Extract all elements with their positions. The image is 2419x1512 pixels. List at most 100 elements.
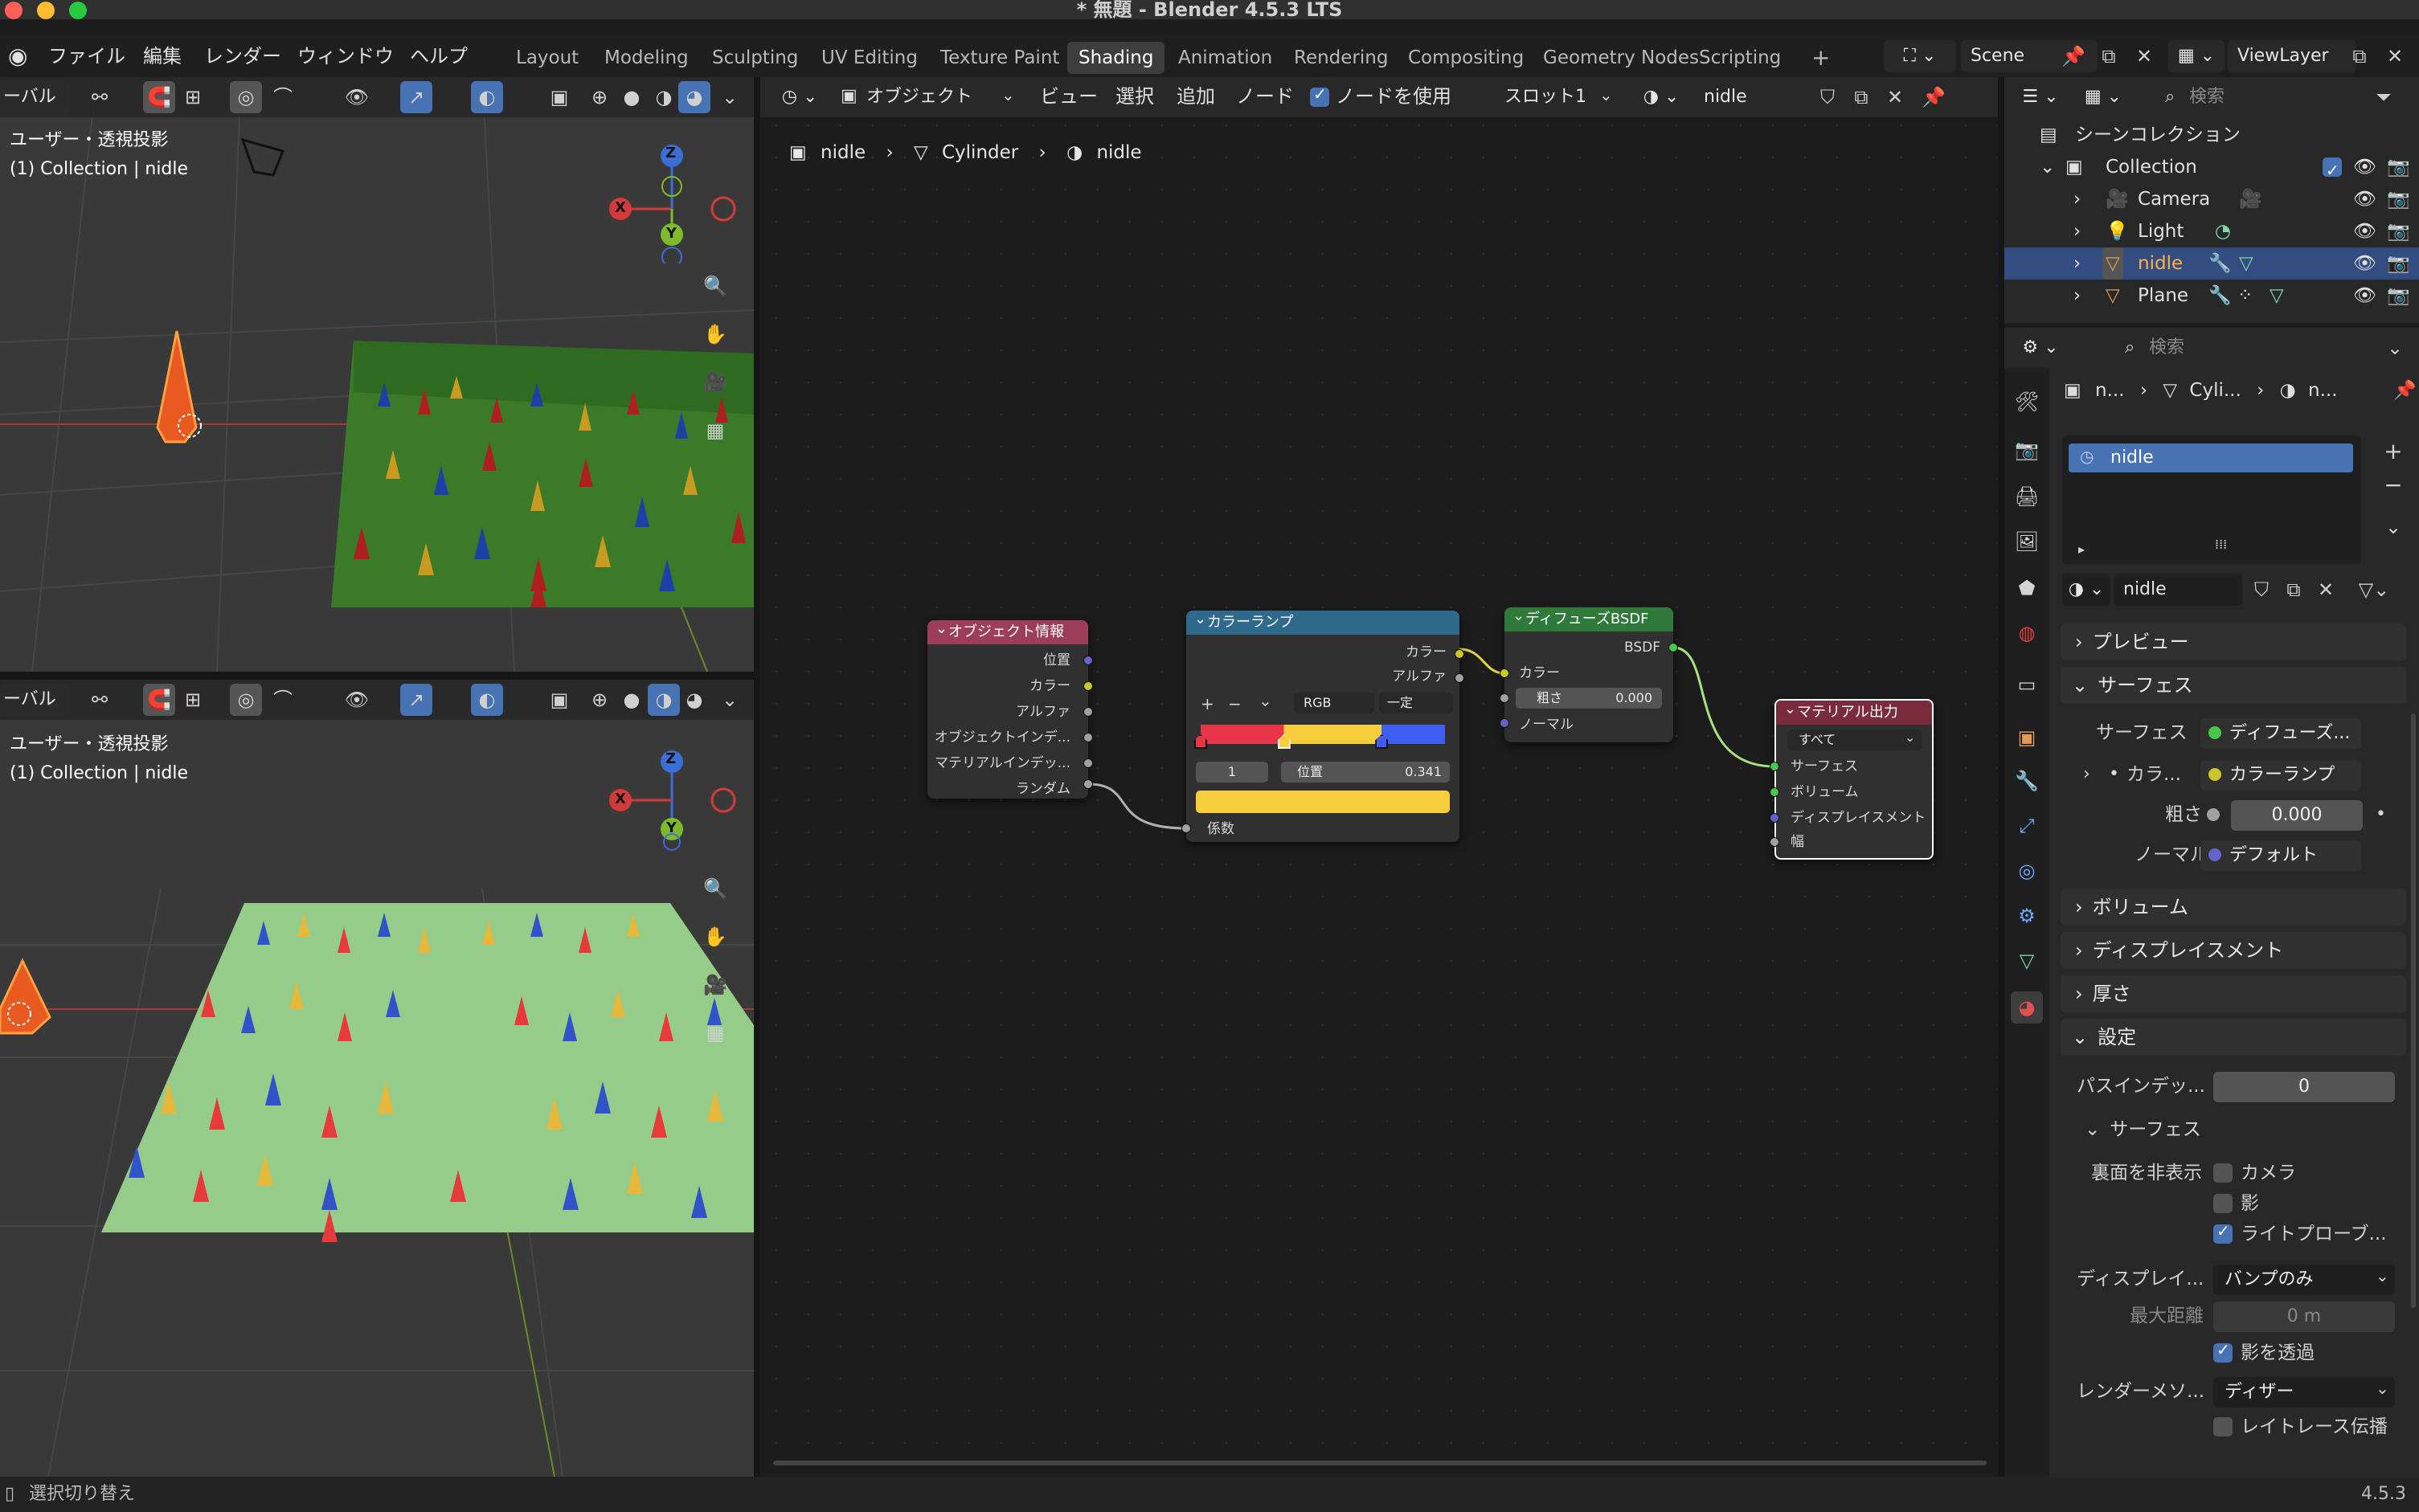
socket-output-surface-in[interactable] bbox=[1770, 762, 1779, 771]
material-slot-list[interactable]: nidle ◷ ▸ ⁞⁞⁞ bbox=[2062, 435, 2361, 564]
socket-diffuse-color-in[interactable] bbox=[1500, 668, 1509, 678]
panel-settings[interactable]: ⌄ 設定 bbox=[2061, 1019, 2406, 1056]
tab-rendering[interactable]: Rendering bbox=[1283, 42, 1399, 74]
link-filter-icon[interactable]: ▽⌄ bbox=[2358, 574, 2390, 606]
shading-options-icon[interactable]: ⌄ bbox=[714, 81, 746, 113]
tab-geometry-nodes[interactable]: Geometry Nodes bbox=[1532, 42, 1710, 74]
render-camera-icon[interactable]: 📷 bbox=[2387, 247, 2410, 280]
socket-color-out[interactable] bbox=[1083, 681, 1093, 691]
new-scene-icon[interactable]: ⧉ bbox=[2093, 40, 2125, 72]
particles-tab-icon[interactable]: ⤢ bbox=[2011, 810, 2043, 842]
pivot-point-icon[interactable]: ⚯ bbox=[84, 684, 116, 716]
transform-orientation-dropdown[interactable]: ーバル bbox=[0, 81, 69, 113]
chevron-right-icon[interactable]: › bbox=[2073, 247, 2081, 280]
surface-shader-field[interactable]: ディフューズ... bbox=[2200, 718, 2361, 749]
pivot-point-icon[interactable]: ⚯ bbox=[84, 81, 116, 113]
socket-diffuse-roughness-in[interactable] bbox=[1500, 693, 1509, 703]
constraints-tab-icon[interactable]: ⚙ bbox=[2011, 900, 2043, 932]
slot-menu-icon[interactable]: ⌄ bbox=[2377, 511, 2409, 543]
properties-editor-type-icon[interactable]: ⚙ ⌄ bbox=[2014, 332, 2067, 364]
object-tab-icon[interactable]: ▣ bbox=[2011, 721, 2043, 754]
outliner-item-nidle[interactable]: › ▽ nidle 🔧 ▽ 👁 📷 bbox=[2004, 247, 2419, 280]
snap-target-icon[interactable]: ⊞ bbox=[177, 684, 209, 716]
displacement-method-dropdown[interactable]: バンプのみ bbox=[2213, 1265, 2395, 1295]
tab-texture-paint[interactable]: Texture Paint bbox=[929, 42, 1070, 74]
ramp-stops[interactable] bbox=[1194, 734, 1445, 752]
socket-ramp-color-out[interactable] bbox=[1455, 649, 1464, 659]
render-camera-icon[interactable]: 📷 bbox=[2387, 215, 2410, 247]
selected-cone[interactable] bbox=[156, 330, 198, 443]
area-divider-right[interactable] bbox=[1998, 77, 2004, 1477]
socket-bsdf-out[interactable] bbox=[1668, 643, 1678, 652]
normal-input-field[interactable]: デフォルト bbox=[2200, 840, 2361, 871]
material-browse-icon[interactable]: ◑ ⌄ bbox=[2062, 574, 2110, 606]
zoom-icon[interactable]: 🔍 bbox=[699, 270, 731, 302]
camera-view-icon[interactable]: 🎥 bbox=[699, 969, 731, 1001]
menu-help[interactable]: ヘルプ bbox=[410, 42, 468, 71]
selected-cone-bottom[interactable] bbox=[0, 958, 51, 1035]
perspective-grid-icon[interactable]: ▦ bbox=[699, 1017, 731, 1049]
display-mode-icon[interactable]: ▦ ⌄ bbox=[2077, 81, 2130, 113]
navigation-gizmo-top[interactable]: Z X Y bbox=[603, 135, 747, 268]
outliner-item-collection[interactable]: ⌄ ▣ Collection 👁 📷 bbox=[2004, 151, 2419, 186]
minimize-window-icon[interactable] bbox=[37, 2, 55, 19]
menu-window[interactable]: ウィンドウ bbox=[297, 42, 394, 71]
ramp-stop-handle[interactable] bbox=[1277, 734, 1291, 749]
zoom-icon[interactable]: 🔍 bbox=[699, 872, 731, 905]
ramp-active-index-field[interactable]: 1 bbox=[1196, 762, 1268, 783]
viewlayer-selector-icon[interactable]: ▦ ⌄ bbox=[2168, 40, 2225, 72]
ramp-stop-handle[interactable] bbox=[1375, 734, 1389, 749]
shading-rendered-icon[interactable]: ◕ bbox=[678, 81, 710, 113]
node-diffuse-bsdf[interactable]: ディフューズBSDF BSDF カラー 粗さ 0.000 ノーマル bbox=[1504, 607, 1673, 742]
panel-preview[interactable]: › プレビュー bbox=[2061, 623, 2406, 660]
eye-icon[interactable]: 👁 bbox=[2353, 247, 2376, 280]
xray-icon[interactable]: ▣ bbox=[543, 684, 575, 716]
socket-random-out[interactable] bbox=[1083, 779, 1093, 789]
proportional-edit-icon[interactable]: ◎ bbox=[230, 81, 262, 113]
shading-solid-icon[interactable]: ● bbox=[616, 684, 648, 716]
gizmo-icon[interactable]: ↗ bbox=[400, 684, 432, 716]
outliner[interactable]: ☰ ⌄ ▦ ⌄ 検索 ⌕ ⏷ ▤ シーンコレクション ⌄ ▣ Collectio… bbox=[2004, 77, 2419, 323]
shading-options-icon[interactable]: ⌄ bbox=[714, 684, 746, 716]
max-distance-field[interactable]: 0 m bbox=[2213, 1302, 2395, 1332]
filter-icon[interactable]: ⏷ bbox=[2368, 81, 2400, 113]
camera-object-icon[interactable] bbox=[240, 137, 285, 177]
add-slot-button[interactable]: + bbox=[2377, 435, 2409, 468]
ramp-position-field[interactable]: 位置 0.341 bbox=[1281, 762, 1450, 783]
close-window-icon[interactable] bbox=[5, 2, 23, 19]
socket-material-index-out[interactable] bbox=[1083, 758, 1093, 768]
render-camera-icon[interactable]: 📷 bbox=[2387, 151, 2410, 183]
pass-index-field[interactable]: 0 bbox=[2213, 1072, 2395, 1102]
outliner-editor-type-icon[interactable]: ☰ ⌄ bbox=[2014, 81, 2067, 113]
tab-layout[interactable]: Layout bbox=[505, 42, 590, 74]
node-object-info[interactable]: オブジェクト情報 位置 カラー アルファ オブジェクトインデ... マテリアルイ… bbox=[927, 620, 1088, 799]
shading-material-icon[interactable]: ◑ bbox=[648, 81, 680, 113]
socket-ramp-fac-in[interactable] bbox=[1181, 823, 1191, 833]
socket-output-volume-in[interactable] bbox=[1770, 787, 1779, 797]
shading-wireframe-icon[interactable]: ⊕ bbox=[583, 684, 616, 716]
outliner-item-light[interactable]: › 💡 Light ◔ 👁 📷 bbox=[2004, 215, 2419, 247]
tab-animation[interactable]: Animation bbox=[1167, 42, 1283, 74]
area-divider-left[interactable] bbox=[754, 77, 760, 1477]
viewport-top[interactable]: ーバル ⚯ 🧲 ⊞ ◎ ⌒ 👁 ↗ ◐ ▣ ⊕ ● ◑ ◕ ⌄ ユーザー・透視投… bbox=[0, 77, 754, 672]
outliner-scene-collection[interactable]: ▤ シーンコレクション bbox=[2004, 119, 2419, 151]
delete-scene-icon[interactable]: ✕ bbox=[2128, 40, 2160, 72]
world-tab-icon[interactable]: ◍ bbox=[2011, 617, 2043, 649]
physics-tab-icon[interactable]: ◎ bbox=[2011, 855, 2043, 887]
visibility-icon[interactable]: 👁 bbox=[341, 81, 373, 113]
raytrace-transmission-checkbox[interactable] bbox=[2213, 1417, 2233, 1436]
render-camera-icon[interactable]: 📷 bbox=[2387, 280, 2410, 312]
panel-volume[interactable]: › ボリューム bbox=[2061, 889, 2406, 926]
viewlayer-name-field[interactable]: ViewLayer bbox=[2228, 40, 2356, 72]
transform-orientation-dropdown-bottom[interactable]: ーバル bbox=[0, 684, 69, 716]
tab-shading[interactable]: Shading bbox=[1067, 42, 1165, 74]
chevron-right-icon[interactable]: › bbox=[2073, 280, 2081, 312]
ramp-options-icon[interactable]: ⌄ bbox=[1259, 691, 1272, 710]
tab-scripting[interactable]: Scripting bbox=[1688, 42, 1792, 74]
socket-alpha-out[interactable] bbox=[1083, 707, 1093, 717]
overlay-icon[interactable]: ◐ bbox=[471, 81, 503, 113]
render-tab-icon[interactable]: 📷 bbox=[2011, 434, 2043, 466]
blender-logo-icon[interactable]: ◉ bbox=[8, 42, 27, 71]
material-name-field[interactable]: nidle bbox=[2114, 574, 2242, 606]
eye-icon[interactable]: 👁 bbox=[2353, 280, 2376, 312]
